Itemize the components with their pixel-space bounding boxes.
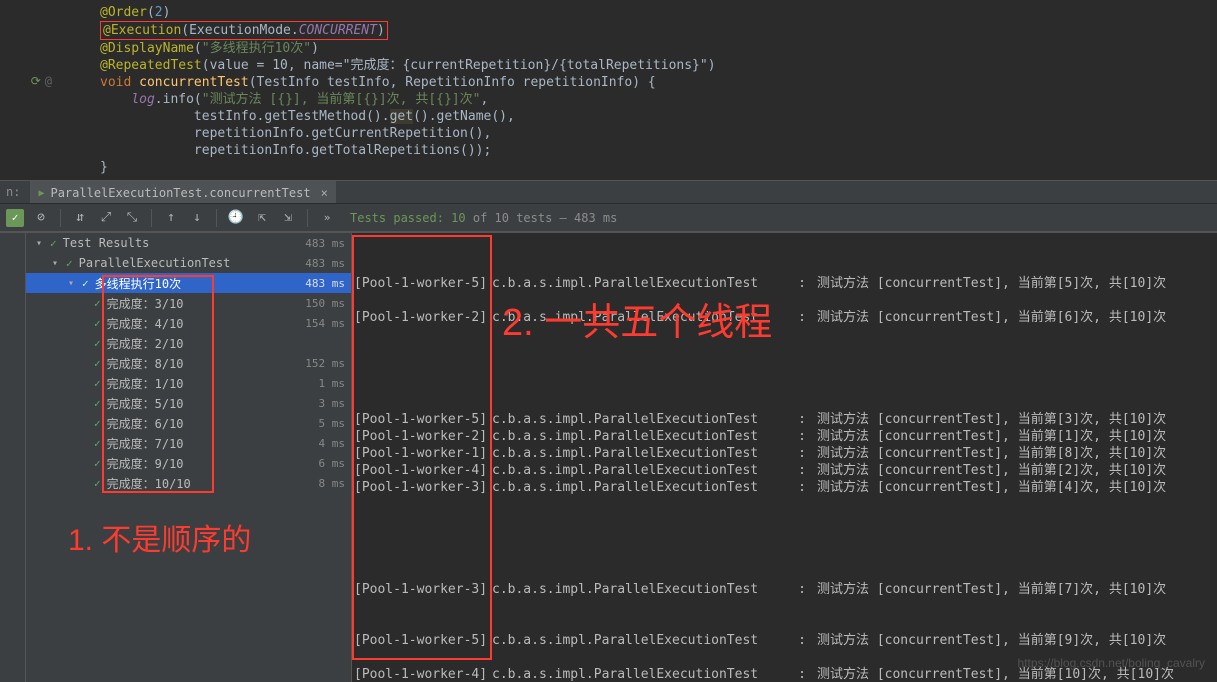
check-icon: ✓	[94, 357, 101, 370]
tree-item[interactable]: ✓ 完成度：6/10 5 ms	[26, 413, 351, 433]
tree-item-ms: 6 ms	[319, 457, 346, 470]
tree-item-ms: 154 ms	[305, 317, 345, 330]
check-icon: ✓	[94, 377, 101, 390]
show-passed-icon[interactable]: ✓	[6, 209, 24, 227]
tree-item[interactable]: ✓ 完成度：7/10 4 ms	[26, 433, 351, 453]
tree-item-ms: 5 ms	[319, 417, 346, 430]
check-icon: ✓	[50, 237, 57, 250]
watermark: https://blog.csdn.net/boling_cavalry	[1018, 655, 1205, 672]
check-icon: ✓	[94, 317, 101, 330]
scroll-icon[interactable]: »	[318, 209, 336, 227]
tree-item-label: 完成度：7/10	[107, 435, 184, 452]
tree-item-label: 完成度：2/10	[107, 335, 184, 352]
run-gutter-icon[interactable]: ⟳	[31, 74, 41, 88]
next-icon[interactable]: ↓	[188, 209, 206, 227]
code-lines[interactable]: @Order(2) @Execution(ExecutionMode.CONCU…	[60, 0, 1217, 180]
tree-item[interactable]: ✓ 完成度：8/10 152 ms	[26, 353, 351, 373]
run-tab-icon: ▶	[38, 188, 44, 199]
tree-item-label: 完成度：6/10	[107, 415, 184, 432]
prev-icon[interactable]: ↑	[162, 209, 180, 227]
tree-item[interactable]: ✓ 完成度：5/10 3 ms	[26, 393, 351, 413]
console-line: [Pool-1-worker-2]c.b.a.s.impl.ParallelEx…	[354, 309, 1215, 326]
at-gutter-icon: @	[45, 74, 52, 88]
chevron-down-icon[interactable]: ▾	[34, 238, 44, 249]
run-toolbar: ✓ ⊘ ⇵ ⤢ ⤡ ↑ ↓ 🕘 ⇱ ⇲ » Tests passed: 10 o…	[0, 204, 1217, 232]
console-line: [Pool-1-worker-4]c.b.a.s.impl.ParallelEx…	[354, 462, 1215, 479]
tree-item-ms: 1 ms	[319, 377, 346, 390]
tree-item-ms: 4 ms	[319, 437, 346, 450]
close-icon[interactable]: ×	[321, 186, 328, 200]
run-prefix-label: n:	[6, 185, 20, 199]
check-icon: ✓	[94, 417, 101, 430]
console-line: [Pool-1-worker-3]c.b.a.s.impl.ParallelEx…	[354, 581, 1215, 598]
code-editor[interactable]: ⟳@ @Order(2) @Execution(ExecutionMode.CO…	[0, 0, 1217, 180]
tree-class[interactable]: ▾✓ParallelExecutionTest 483 ms	[26, 253, 351, 273]
tree-item[interactable]: ✓ 完成度：3/10 150 ms	[26, 293, 351, 313]
console-line: [Pool-1-worker-5]c.b.a.s.impl.ParallelEx…	[354, 411, 1215, 428]
check-icon: ✓	[94, 397, 101, 410]
tree-item-label: 完成度：5/10	[107, 395, 184, 412]
console-line: [Pool-1-worker-1]c.b.a.s.impl.ParallelEx…	[354, 445, 1215, 462]
tree-item[interactable]: ✓ 完成度：2/10	[26, 333, 351, 353]
console-output[interactable]: [Pool-1-worker-5]c.b.a.s.impl.ParallelEx…	[352, 233, 1217, 682]
tree-item-label: 完成度：1/10	[107, 375, 184, 392]
test-status: Tests passed: 10 of 10 tests – 483 ms	[350, 211, 617, 225]
tree-item[interactable]: ✓ 完成度：1/10 1 ms	[26, 373, 351, 393]
check-icon: ✓	[82, 277, 89, 290]
export-icon[interactable]: ⇲	[279, 209, 297, 227]
tree-root[interactable]: ▾✓Test Results 483 ms	[26, 233, 351, 253]
chevron-down-icon[interactable]: ▾	[66, 278, 76, 289]
check-icon: ✓	[94, 477, 101, 490]
tree-item-label: 完成度：9/10	[107, 455, 184, 472]
check-icon: ✓	[66, 257, 73, 270]
console-line: [Pool-1-worker-2]c.b.a.s.impl.ParallelEx…	[354, 428, 1215, 445]
tree-item-label: 完成度：10/10	[107, 475, 191, 492]
expand-icon[interactable]: ⤢	[97, 209, 115, 227]
check-icon: ✓	[94, 457, 101, 470]
run-tab-label: ParallelExecutionTest.concurrentTest	[50, 186, 310, 200]
test-tree[interactable]: ▾✓Test Results 483 ms ▾✓ParallelExecutio…	[26, 233, 352, 682]
sort-icon[interactable]: ⇵	[71, 209, 89, 227]
check-icon: ✓	[94, 297, 101, 310]
show-ignored-icon[interactable]: ⊘	[32, 209, 50, 227]
annotation-text-1: 1. 不是顺序的	[68, 515, 251, 559]
chevron-down-icon[interactable]: ▾	[50, 258, 60, 269]
import-icon[interactable]: ⇱	[253, 209, 271, 227]
console-line: [Pool-1-worker-3]c.b.a.s.impl.ParallelEx…	[354, 479, 1215, 496]
tree-item-ms: 3 ms	[319, 397, 346, 410]
tree-item-ms: 8 ms	[319, 477, 346, 490]
check-icon: ✓	[94, 337, 101, 350]
collapse-icon[interactable]: ⤡	[123, 209, 141, 227]
tree-item-label: 完成度：3/10	[107, 295, 184, 312]
tree-item-ms: 150 ms	[305, 297, 345, 310]
tree-item-ms: 152 ms	[305, 357, 345, 370]
tree-item-label: 完成度：4/10	[107, 315, 184, 332]
run-tab-bar: n: ▶ ParallelExecutionTest.concurrentTes…	[0, 180, 1217, 204]
check-icon: ✓	[94, 437, 101, 450]
console-line: [Pool-1-worker-5]c.b.a.s.impl.ParallelEx…	[354, 632, 1215, 649]
tree-item[interactable]: ✓ 完成度：10/10 8 ms	[26, 473, 351, 493]
tree-item-label: 完成度：8/10	[107, 355, 184, 372]
console-line: [Pool-1-worker-5]c.b.a.s.impl.ParallelEx…	[354, 275, 1215, 292]
tree-item[interactable]: ✓ 完成度：4/10 154 ms	[26, 313, 351, 333]
run-tab[interactable]: ▶ ParallelExecutionTest.concurrentTest ×	[30, 181, 335, 203]
tree-group[interactable]: ▾✓多线程执行10次 483 ms	[26, 273, 351, 293]
annotation-text-2: 2. 一共五个线程	[502, 315, 772, 332]
side-toolbar	[0, 233, 26, 682]
history-icon[interactable]: 🕘	[227, 209, 245, 227]
tree-item[interactable]: ✓ 完成度：9/10 6 ms	[26, 453, 351, 473]
results-area: ▾✓Test Results 483 ms ▾✓ParallelExecutio…	[0, 232, 1217, 682]
editor-gutter: ⟳@	[0, 0, 60, 180]
